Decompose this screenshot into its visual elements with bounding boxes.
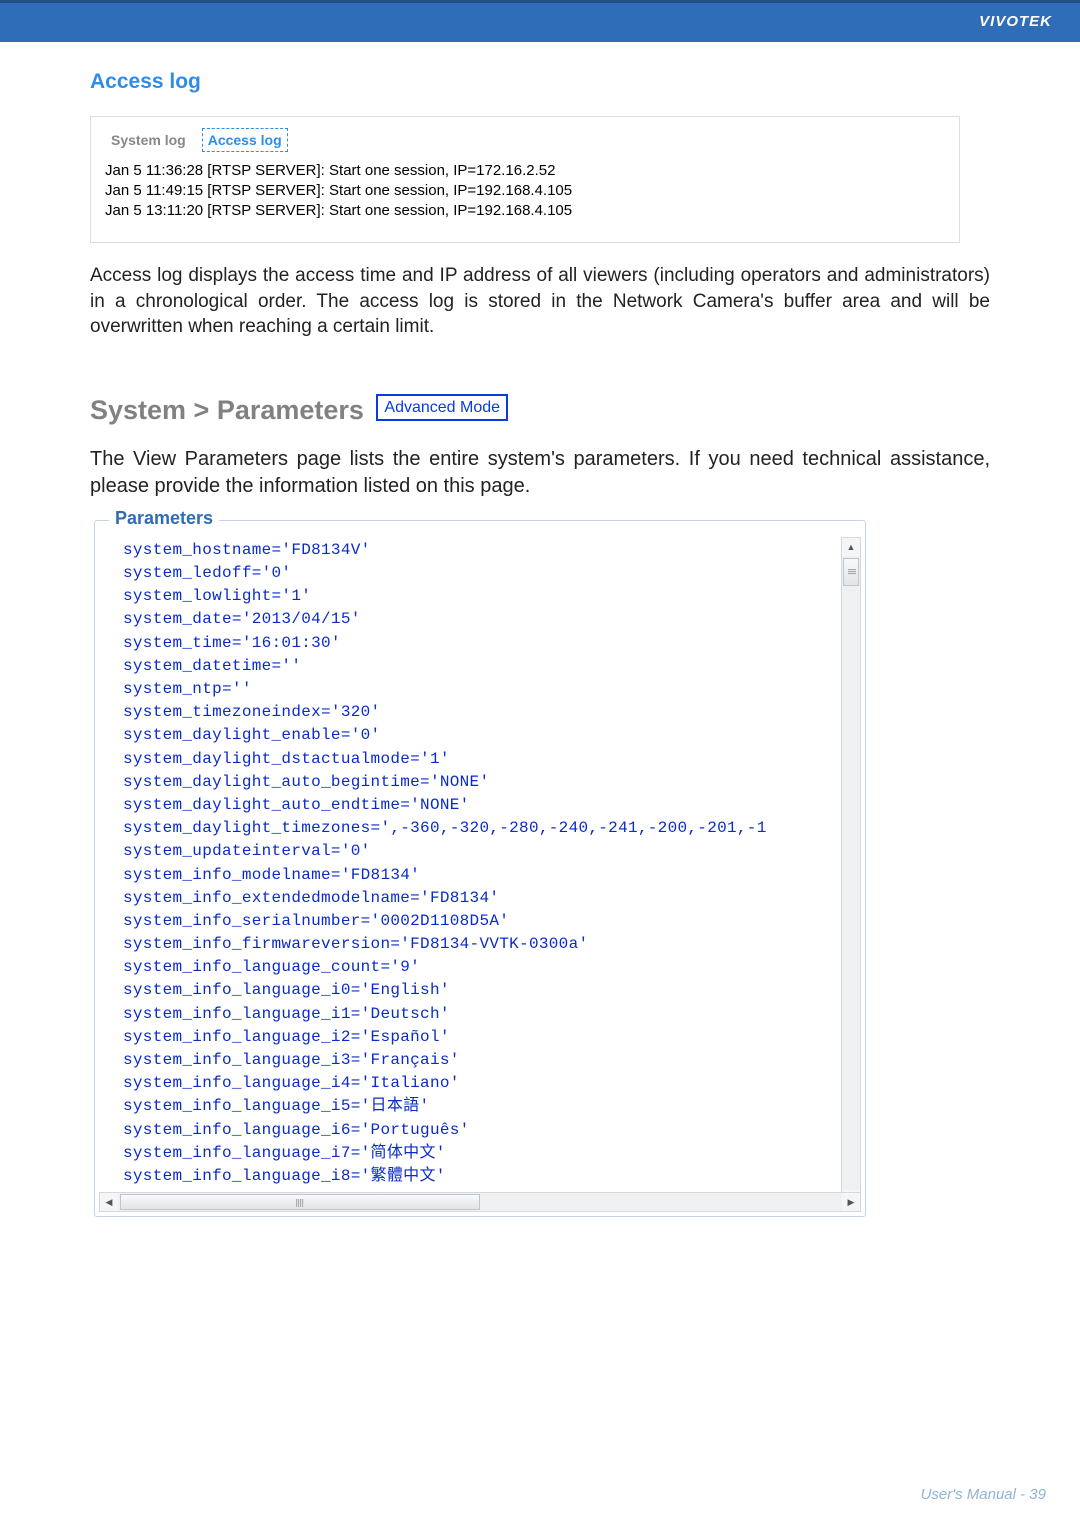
- param-line: system_daylight_auto_begintime='NONE': [123, 773, 489, 791]
- param-line: system_updateinterval='0': [123, 842, 371, 860]
- param-line: system_date='2013/04/15': [123, 610, 361, 628]
- param-line: system_info_language_count='9': [123, 958, 420, 976]
- param-line: system_timezoneindex='320': [123, 703, 380, 721]
- param-line: system_info_language_i3='Français': [123, 1051, 460, 1069]
- parameters-text[interactable]: system_hostname='FD8134V' system_ledoff=…: [123, 539, 835, 1192]
- tab-access-log[interactable]: Access log: [202, 128, 288, 152]
- param-line: system_info_language_i1='Deutsch': [123, 1005, 450, 1023]
- param-line: system_datetime='': [123, 657, 301, 675]
- advanced-mode-badge: Advanced Mode: [376, 394, 508, 421]
- vertical-scrollbar[interactable]: ▲ ▼: [841, 537, 861, 1209]
- param-line: system_hostname='FD8134V': [123, 541, 371, 559]
- scroll-right-icon[interactable]: ▶: [842, 1193, 860, 1211]
- param-line: system_info_language_i0='English': [123, 981, 450, 999]
- param-line: system_info_language_i2='Español': [123, 1028, 450, 1046]
- param-line: system_lowlight='1': [123, 587, 311, 605]
- scroll-left-icon[interactable]: ◀: [100, 1193, 118, 1211]
- param-line: system_info_modelname='FD8134': [123, 866, 420, 884]
- param-line: system_info_language_i8='繁體中文': [123, 1167, 446, 1185]
- parameters-fieldset: Parameters ▲ ▼ system_hostname='FD8134V'…: [94, 520, 866, 1217]
- parameters-title: System > Parameters: [90, 395, 364, 425]
- log-entry: Jan 5 11:36:28 [RTSP SERVER]: Start one …: [105, 162, 945, 179]
- param-line: system_daylight_enable='0': [123, 726, 380, 744]
- param-line: system_daylight_auto_endtime='NONE': [123, 796, 470, 814]
- param-line: system_daylight_timezones=',-360,-320,-2…: [123, 819, 767, 837]
- parameters-description: The View Parameters page lists the entir…: [90, 446, 990, 500]
- parameters-scroll-area: ▲ ▼ system_hostname='FD8134V' system_led…: [95, 521, 865, 1212]
- param-line: system_info_language_i7='简体中文': [123, 1144, 446, 1162]
- log-entry: Jan 5 13:11:20 [RTSP SERVER]: Start one …: [105, 202, 945, 219]
- param-line: system_daylight_dstactualmode='1': [123, 750, 450, 768]
- log-tab-row: System log Access log: [105, 127, 945, 152]
- param-line: system_info_language_i5='日本語': [123, 1097, 429, 1115]
- access-log-heading: Access log: [90, 70, 990, 94]
- param-line: system_time='16:01:30': [123, 634, 341, 652]
- horizontal-scroll-thumb[interactable]: [120, 1194, 480, 1210]
- access-log-description: Access log displays the access time and …: [90, 263, 990, 340]
- header-bar: VIVOTEK: [0, 0, 1080, 42]
- param-line: system_info_firmwareversion='FD8134-VVTK…: [123, 935, 588, 953]
- param-line: system_ntp='': [123, 680, 252, 698]
- page-footer: User's Manual - 39: [921, 1486, 1046, 1503]
- horizontal-scrollbar[interactable]: ◀ ▶: [99, 1192, 861, 1212]
- log-entry: Jan 5 11:49:15 [RTSP SERVER]: Start one …: [105, 182, 945, 199]
- param-line: system_info_extendedmodelname='FD8134': [123, 889, 499, 907]
- tab-system-log[interactable]: System log: [105, 127, 192, 152]
- param-line: system_ledoff='0': [123, 564, 291, 582]
- param-line: system_info_language_i6='Português': [123, 1121, 470, 1139]
- param-line: system_info_serialnumber='0002D1108D5A': [123, 912, 509, 930]
- vertical-scroll-thumb[interactable]: [843, 558, 859, 586]
- param-line: system_info_language_i4='Italiano': [123, 1074, 460, 1092]
- access-log-panel: System log Access log Jan 5 11:36:28 [RT…: [90, 116, 960, 243]
- scroll-up-icon[interactable]: ▲: [842, 538, 860, 556]
- brand-label: VIVOTEK: [979, 13, 1052, 30]
- parameters-section-heading: System > Parameters Advanced Mode: [90, 395, 990, 426]
